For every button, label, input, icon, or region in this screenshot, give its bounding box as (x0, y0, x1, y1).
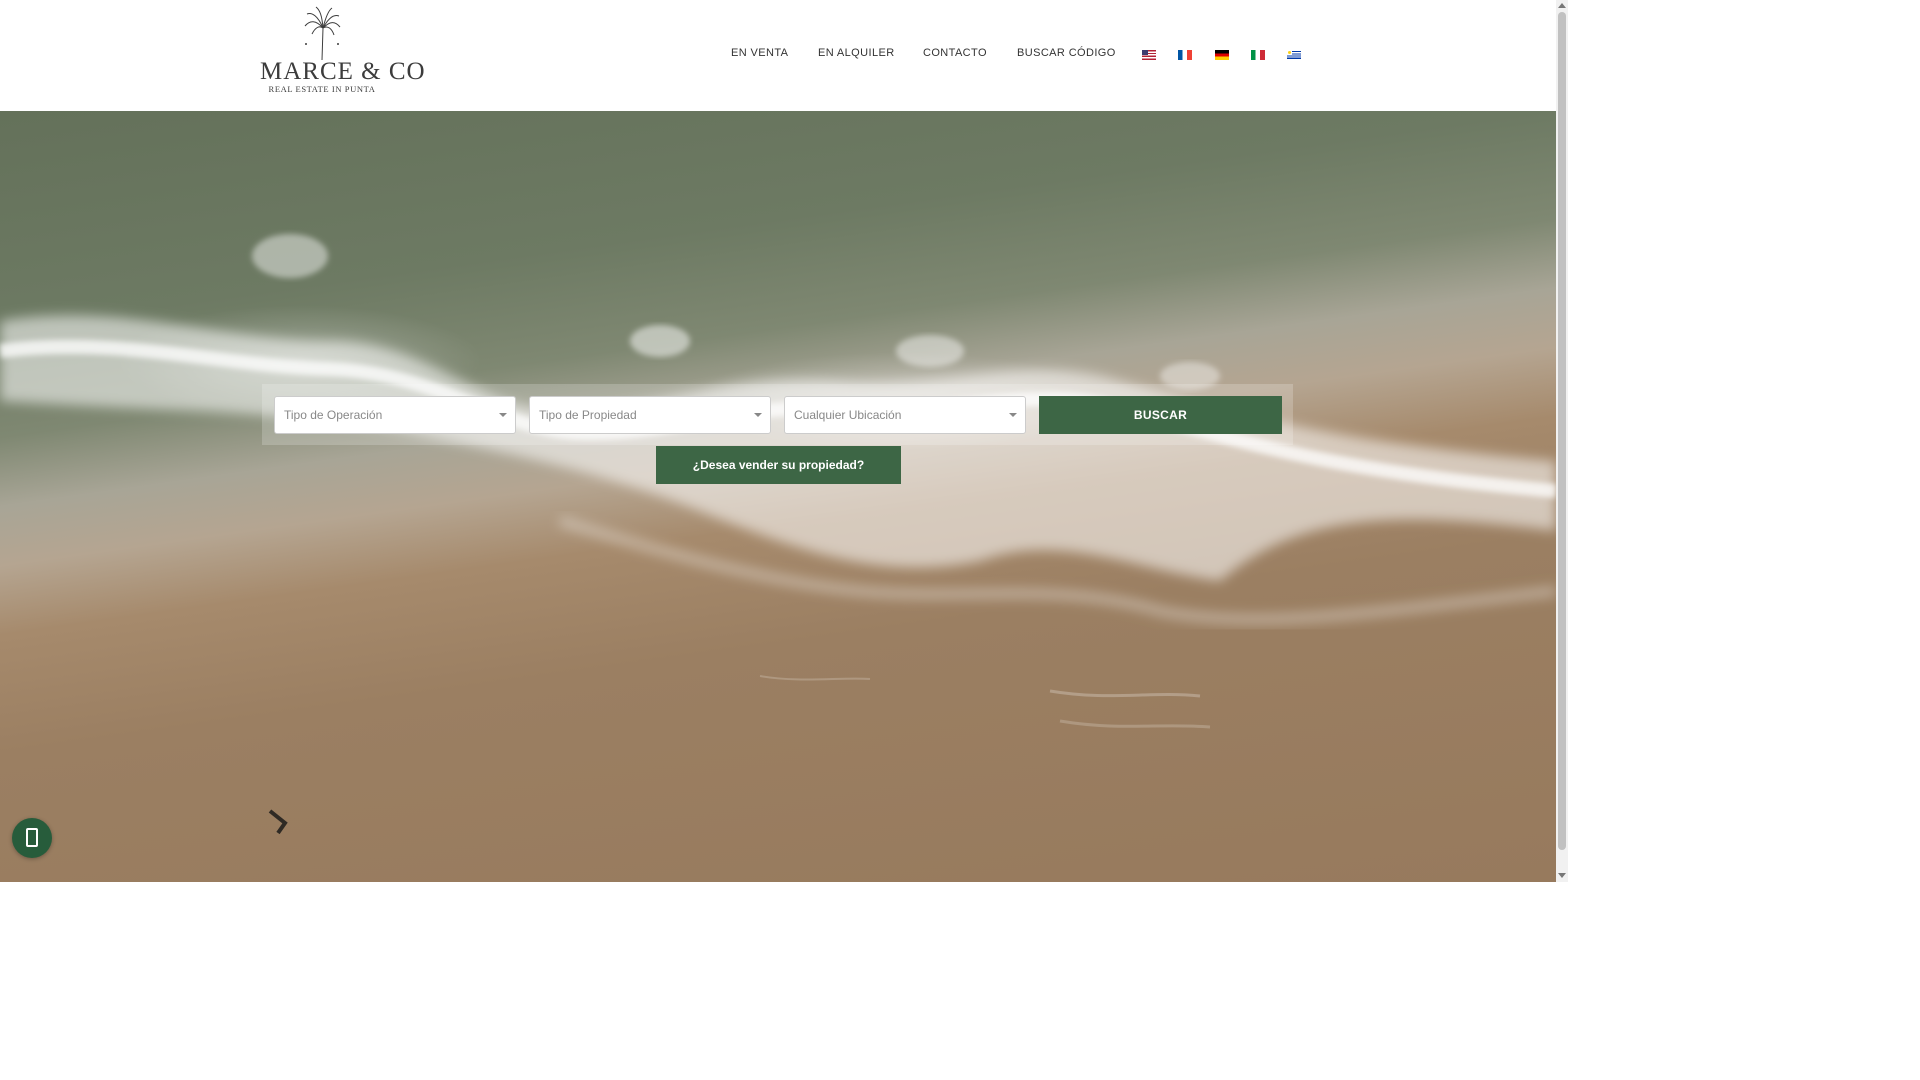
scroll-down-icon[interactable] (1558, 873, 1566, 878)
flag-de-icon[interactable] (1215, 50, 1229, 60)
location-placeholder: Cualquier Ubicación (794, 408, 902, 422)
flag-it-icon[interactable] (1251, 50, 1265, 60)
scrollbar-thumb[interactable] (1558, 12, 1566, 850)
logo-tagline: REAL ESTATE IN PUNTA (268, 84, 376, 94)
property-type-placeholder: Tipo de Propiedad (539, 408, 637, 422)
logo-brand: MARCE & CO (260, 58, 426, 85)
nav-contacto[interactable]: CONTACTO (923, 47, 987, 65)
site-logo[interactable]: MARCE & CO REAL ESTATE IN PUNTA (260, 6, 426, 102)
sell-property-button[interactable]: ¿Desea vender su propiedad? (656, 446, 901, 484)
whatsapp-icon (26, 828, 38, 847)
search-button[interactable]: BUSCAR (1039, 396, 1282, 434)
nav-en-alquiler[interactable]: EN ALQUILER (818, 47, 895, 65)
page-scrollbar[interactable] (1556, 0, 1568, 882)
property-type-select[interactable]: Tipo de Propiedad (529, 396, 771, 434)
palm-tree-icon (304, 6, 341, 61)
flag-us-icon[interactable] (1142, 50, 1156, 60)
chevron-down-icon (1009, 413, 1017, 417)
nav-en-venta[interactable]: EN VENTA (731, 47, 788, 65)
operation-type-placeholder: Tipo de Operación (284, 408, 383, 422)
surf-foam-decoration (0, 234, 1556, 835)
hero-beach-background (0, 111, 1556, 882)
operation-type-select[interactable]: Tipo de Operación (274, 396, 516, 434)
chevron-down-icon (499, 413, 507, 417)
chevron-down-icon (754, 413, 762, 417)
scroll-up-icon[interactable] (1558, 3, 1566, 8)
whatsapp-button[interactable] (12, 818, 52, 858)
nav-buscar-codigo[interactable]: BUSCAR CÓDIGO (1017, 47, 1116, 65)
flag-uy-icon[interactable] (1287, 50, 1301, 60)
site-header: MARCE & CO REAL ESTATE IN PUNTA EN VENTA… (0, 0, 1556, 111)
flag-fr-icon[interactable] (1178, 50, 1192, 60)
location-select[interactable]: Cualquier Ubicación (784, 396, 1026, 434)
